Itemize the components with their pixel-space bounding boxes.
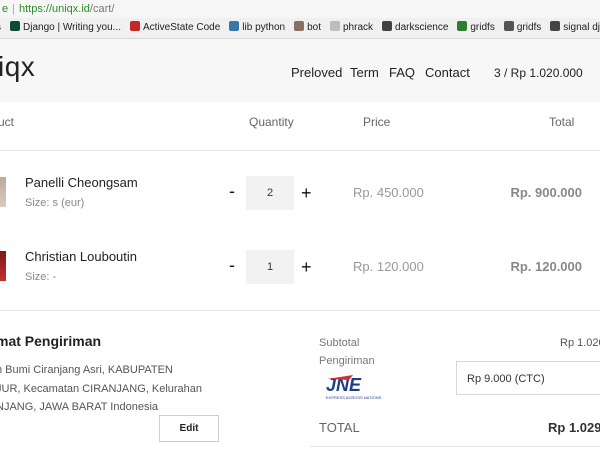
product-thumbnail[interactable]: [0, 251, 6, 281]
bookmark-label: ActiveState Code: [143, 22, 221, 33]
line-total: Rp. 120.000: [510, 259, 582, 274]
nav-faq[interactable]: FAQ: [389, 65, 415, 80]
subtotal-label: Subtotal: [319, 337, 360, 349]
signal-icon: [550, 21, 561, 31]
subtotal-value: Rp 1.020: [560, 337, 600, 349]
django-icon: [10, 21, 20, 31]
summary-divider: [310, 446, 600, 447]
quantity-input[interactable]: 1: [246, 250, 294, 284]
nav-preloved[interactable]: Preloved: [291, 65, 342, 80]
github-icon: [503, 21, 514, 31]
bookmark-item[interactable]: lib python: [229, 18, 285, 38]
cart-summary[interactable]: 3 / Rp 1.020.000: [494, 66, 583, 80]
unit-price: Rp. 450.000: [353, 185, 424, 200]
bookmark-label: signal django: [563, 22, 600, 33]
cart-table-header: uct Quantity Price Total: [0, 102, 600, 151]
decrease-quantity-button[interactable]: -: [229, 255, 235, 276]
site-logo[interactable]: iqx: [0, 51, 35, 83]
nav-contact[interactable]: Contact: [425, 65, 470, 80]
leaf-icon: [457, 21, 468, 31]
increase-quantity-button[interactable]: +: [301, 183, 312, 204]
line-total: Rp. 900.000: [510, 185, 582, 200]
url-scheme: e: [2, 3, 9, 15]
shipping-address-title: mat Pengiriman: [0, 333, 102, 349]
jne-logo-icon: JNE EXPRESS ACROSS NATIONS: [326, 375, 382, 400]
cart-row: Christian Louboutin Size: - - 1 + Rp. 12…: [0, 231, 600, 303]
product-name[interactable]: Christian Louboutin: [25, 249, 137, 264]
address-line: JUR, Kecamatan CIRANJANG, Kelurahan: [0, 383, 203, 395]
url-separator: |: [12, 3, 15, 15]
bookmark-label: gridfs: [516, 22, 542, 33]
url-path: /cart/: [89, 3, 115, 15]
unit-price: Rp. 120.000: [353, 259, 424, 274]
python-icon: [229, 21, 240, 31]
courier-select[interactable]: Rp 9.000 (CTC): [456, 361, 600, 395]
cart-row: Panelli Cheongsam Size: s (eur) - 2 + Rp…: [0, 157, 600, 229]
bookmark-label: phrack: [343, 22, 374, 33]
bookmark-label: lib python: [242, 22, 286, 33]
increase-quantity-button[interactable]: +: [301, 257, 312, 278]
bookmark-label: darkscience: [395, 22, 449, 33]
section-divider: [0, 310, 600, 311]
grand-total-value: Rp 1.029: [548, 420, 600, 435]
header-price: Price: [363, 115, 391, 129]
product-name[interactable]: Panelli Cheongsam: [25, 175, 138, 190]
activestate-icon: [130, 21, 141, 31]
grand-total-label: TOTAL: [319, 420, 360, 435]
url-host: https://uniqx.id: [18, 3, 90, 15]
bookmark-item[interactable]: Django | Writing you...: [10, 18, 121, 38]
decrease-quantity-button[interactable]: -: [229, 181, 235, 202]
bot-icon: [294, 21, 305, 31]
site-header: iqx Preloved Term FAQ Contact 3 / Rp 1.0…: [0, 39, 600, 102]
bookmark-label: s: [0, 22, 1, 33]
bookmarks-bar: s Django | Writing you... ActiveState Code…: [0, 18, 600, 39]
shipping-label: Pengiriman: [319, 355, 375, 367]
product-thumbnail[interactable]: [0, 177, 6, 207]
product-size: Size: -: [25, 271, 57, 283]
header-product: uct: [0, 115, 15, 129]
bookmark-item[interactable]: bot: [294, 18, 321, 38]
address-line: n Bumi Ciranjang Asri, KABUPATEN: [0, 364, 173, 376]
url-bar[interactable]: e | https://uniqx.id/cart/: [0, 0, 600, 18]
header-total: Total: [549, 115, 575, 129]
page-icon: [330, 21, 340, 31]
jne-tagline: EXPRESS ACROSS NATIONS: [326, 395, 382, 400]
darkscience-icon: [382, 21, 393, 31]
bookmark-item[interactable]: ActiveState Code: [130, 18, 220, 38]
bookmark-item[interactable]: darkscience: [382, 18, 448, 38]
bookmark-label: gridfs: [470, 22, 495, 33]
bookmark-item[interactable]: phrack: [330, 18, 373, 38]
bookmark-label: Django | Writing you...: [23, 22, 122, 33]
nav-term[interactable]: Term: [350, 65, 379, 80]
product-size: Size: s (eur): [25, 197, 85, 209]
quantity-input[interactable]: 2: [246, 176, 294, 210]
bookmark-item[interactable]: gridfs: [503, 18, 542, 38]
bookmark-item[interactable]: gridfs: [457, 18, 495, 38]
bookmark-item[interactable]: s: [0, 18, 1, 38]
bookmark-item[interactable]: signal django: [550, 18, 600, 38]
header-quantity: Quantity: [249, 115, 294, 129]
edit-address-button[interactable]: Edit: [159, 415, 219, 442]
address-line: NJANG, JAWA BARAT Indonesia: [0, 401, 159, 413]
bookmark-label: bot: [307, 22, 321, 33]
